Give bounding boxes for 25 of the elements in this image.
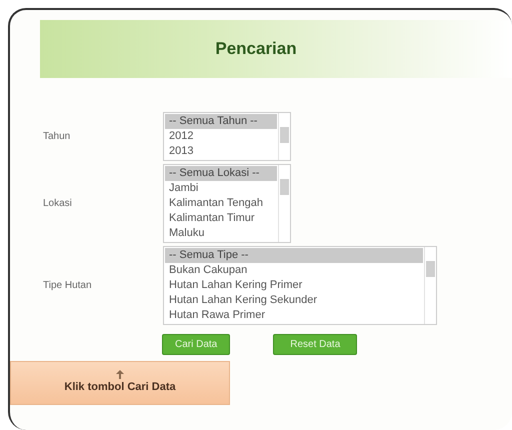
list-option[interactable]: Jambi <box>165 181 277 196</box>
list-option[interactable]: 2013 <box>165 144 277 159</box>
list-option[interactable]: Hutan Lahan Kering Primer <box>165 278 423 293</box>
list-box[interactable]: -- Semua Tipe -- Bukan Cakupan Hutan Lahan Kering Primer Hutan Lahan Kering Sekunder Hutan Rawa Primer <box>163 246 437 325</box>
arrow-icon <box>116 370 124 380</box>
field-label: Tahun <box>43 131 70 142</box>
list-option[interactable]: -- Semua Lokasi -- <box>165 166 277 181</box>
list-box[interactable]: -- Semua Tahun -- 2012 2013 <box>163 112 291 161</box>
list-option[interactable]: -- Semua Tipe -- <box>165 248 423 263</box>
scrollbar[interactable] <box>278 165 290 242</box>
scrollbar[interactable] <box>424 247 436 324</box>
list-option[interactable]: Maluku <box>165 226 277 241</box>
list-option[interactable]: -- Semua Tahun -- <box>165 114 277 129</box>
list-option[interactable]: Bukan Cakupan <box>165 263 423 278</box>
list-option[interactable]: Hutan Lahan Kering Sekunder <box>165 293 423 308</box>
list-box[interactable]: -- Semua Lokasi -- Jambi Kalimantan Tengah Kalimantan Timur Maluku <box>163 164 291 243</box>
field-label: Lokasi <box>43 198 72 209</box>
scrollbar[interactable] <box>278 113 290 160</box>
list-option[interactable]: 2012 <box>165 129 277 144</box>
list-option[interactable]: Kalimantan Tengah <box>165 196 277 211</box>
callout-text: Klik tombol Cari Data <box>64 380 176 396</box>
list-option[interactable]: Hutan Rawa Primer <box>165 308 423 323</box>
field-label: Tipe Hutan <box>43 280 92 291</box>
list-option[interactable]: Kalimantan Timur <box>165 211 277 226</box>
page-title: Pencarian <box>215 38 297 60</box>
